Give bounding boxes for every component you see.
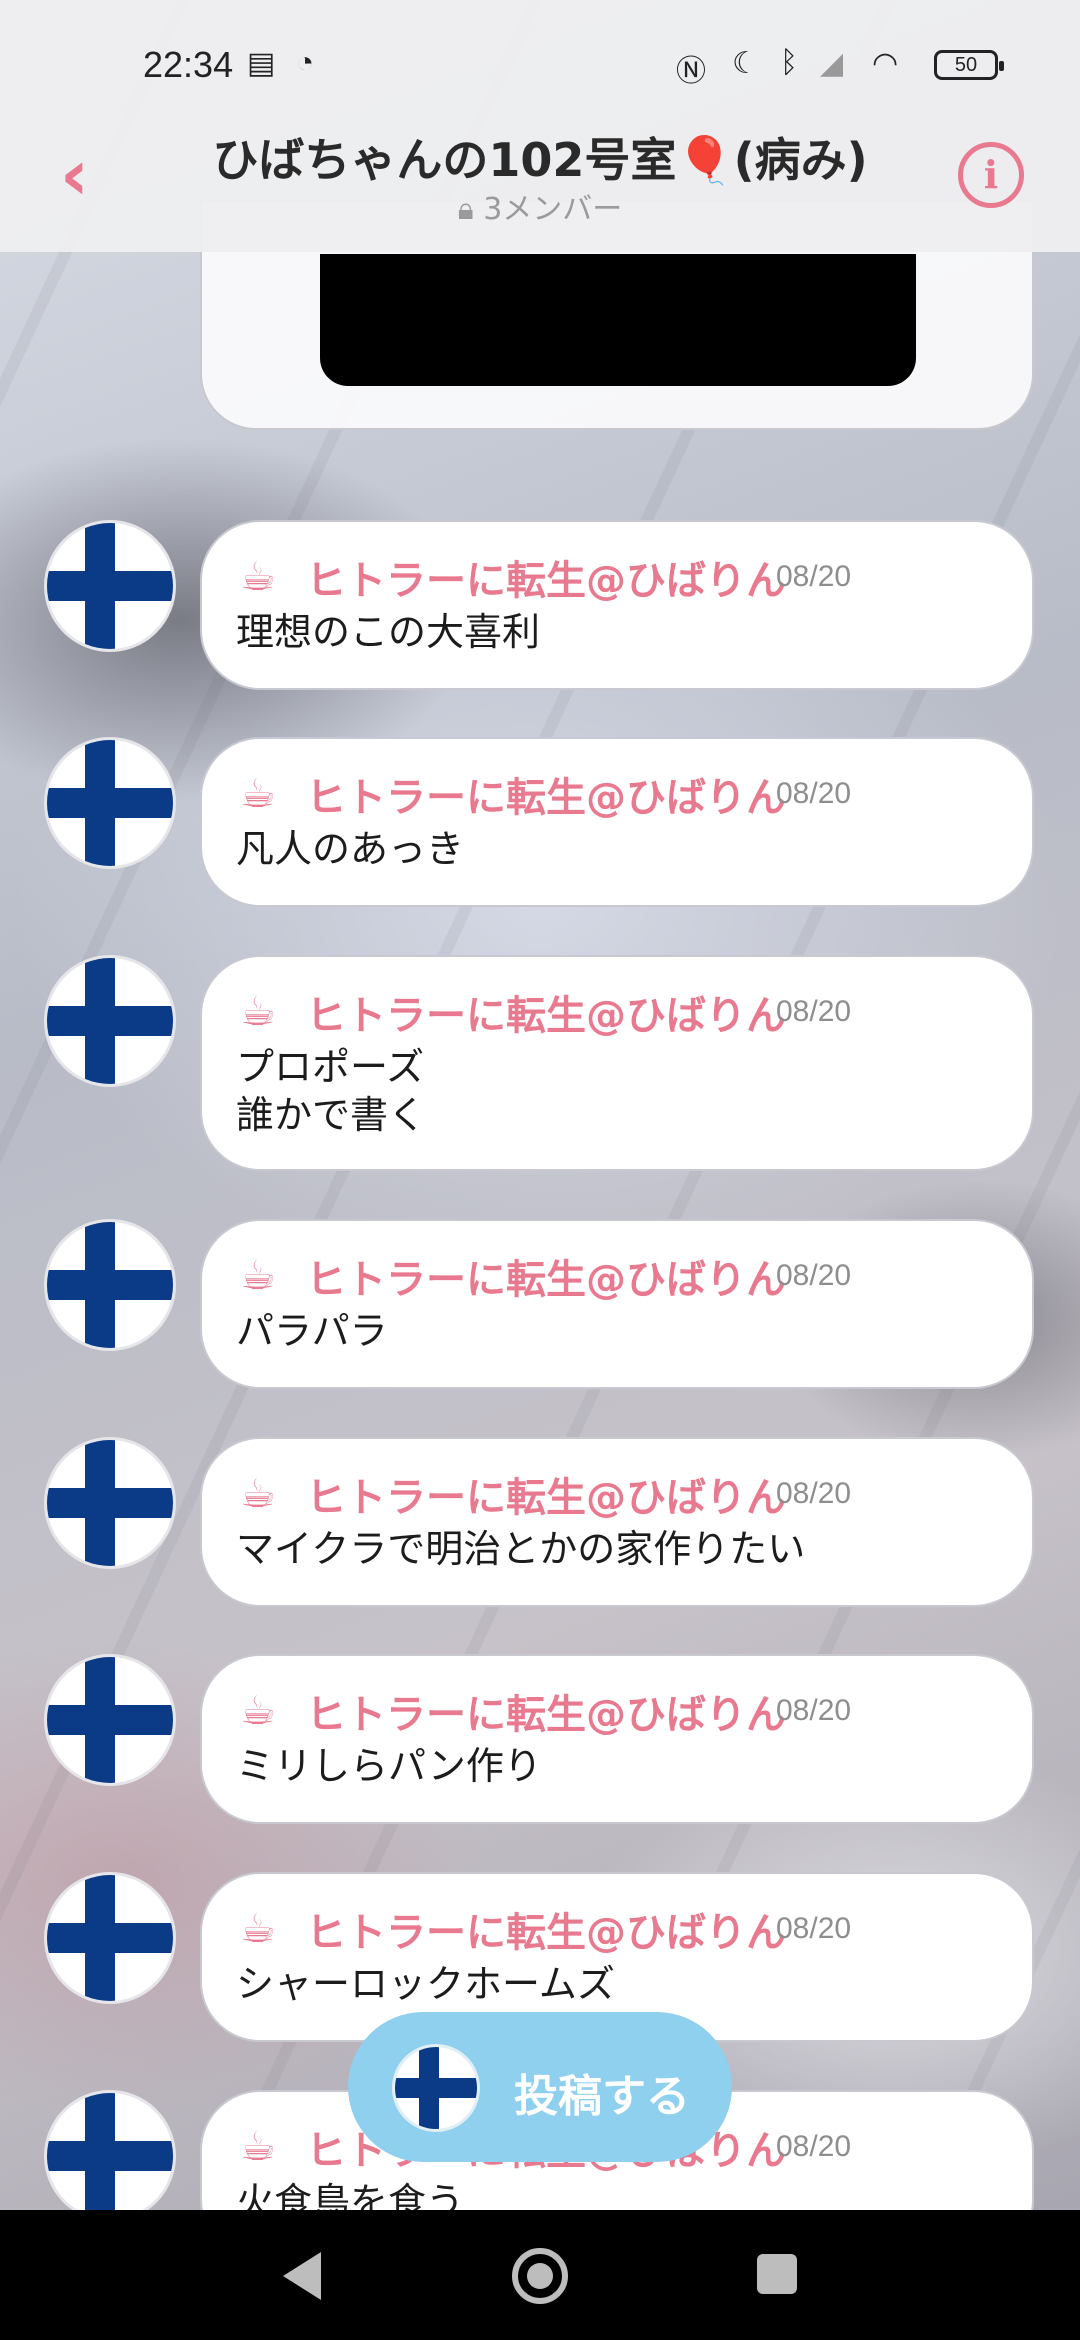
message-date: 08/20	[776, 777, 852, 810]
avatar[interactable]	[44, 520, 176, 652]
do-not-disturb-icon: ☾	[732, 47, 759, 80]
cup-icon: ☕	[240, 1688, 276, 1734]
wifi-icon: ◠	[872, 47, 899, 80]
message-date: 08/20	[776, 995, 852, 1028]
sender-name[interactable]: ヒトラーに転生@ひばりん	[306, 983, 786, 1041]
image-preview[interactable]	[320, 254, 916, 386]
message-bubble[interactable]: ☕ ヒトラーに転生@ひばりん 08/20 理想のこの大喜利	[200, 520, 1034, 690]
cup-icon: ☕	[240, 554, 276, 600]
post-button[interactable]: 投稿する	[348, 2012, 732, 2162]
cup-icon: ☕	[240, 1906, 276, 1952]
nav-recents-icon[interactable]	[757, 2254, 797, 2294]
avatar[interactable]	[44, 737, 176, 869]
message-text: マイクラで明治とかの家作りたい	[236, 1527, 806, 1571]
sender-name[interactable]: ヒトラーに転生@ひばりん	[306, 1247, 786, 1305]
avatar[interactable]	[44, 955, 176, 1087]
nfc-icon: Ⓝ	[676, 55, 706, 88]
avatar[interactable]	[44, 1219, 176, 1351]
room-title: ひばちゃんの102号室🎈(病み)	[212, 133, 868, 187]
status-time: 22:34	[143, 44, 234, 85]
message-text: シャーロックホームズ	[236, 1962, 615, 2006]
message-date: 08/20	[776, 560, 852, 593]
lock-icon: 🔒︎	[457, 192, 484, 227]
chevron-left-icon[interactable]: ‹	[60, 140, 120, 210]
avatar[interactable]	[44, 2090, 176, 2222]
bluetooth-icon: ᛒ	[780, 46, 798, 79]
message-bubble[interactable]: ☕ ヒトラーに転生@ひばりん 08/20 パラパラ	[200, 1219, 1034, 1389]
cup-icon: ☕	[240, 2124, 276, 2170]
calendar-icon: ▤	[247, 47, 276, 80]
post-button-label: 投稿する	[514, 2071, 690, 2122]
message-date: 08/20	[776, 1477, 852, 1510]
message-text: 理想のこの大喜利	[236, 610, 541, 654]
cup-icon: ☕	[240, 1471, 276, 1517]
room-member-count[interactable]: 🔒︎ 3メンバー	[160, 184, 920, 228]
message-date: 08/20	[776, 1694, 852, 1727]
message-date: 08/20	[776, 1259, 852, 1292]
message-bubble[interactable]: ☕ ヒトラーに転生@ひばりん 08/20 プロポーズ 誰かで書く	[200, 955, 1034, 1171]
avatar	[392, 2044, 480, 2132]
message-bubble[interactable]: ☕ ヒトラーに転生@ひばりん 08/20 ミリしらパン作り	[200, 1654, 1034, 1824]
status-bar: 22:34 ▤ ◔ Ⓝ ☾ ᛒ ◢ ◠ 50	[0, 0, 1080, 130]
nav-home-icon[interactable]	[512, 2248, 568, 2304]
message-text: パラパラ	[236, 1309, 388, 1353]
message-text: プロポーズ 誰かで書く	[236, 1045, 427, 1137]
avatar[interactable]	[44, 1872, 176, 2004]
sender-name[interactable]: ヒトラーに転生@ひばりん	[306, 765, 786, 823]
cup-icon: ☕	[240, 1253, 276, 1299]
sender-name[interactable]: ヒトラーに転生@ひばりん	[306, 548, 786, 606]
avatar[interactable]	[44, 1654, 176, 1786]
avatar[interactable]	[44, 1437, 176, 1569]
info-icon[interactable]: i	[958, 142, 1024, 208]
nav-back-icon[interactable]	[283, 2252, 321, 2300]
sender-name[interactable]: ヒトラーに転生@ひばりん	[306, 1465, 786, 1523]
cup-icon: ☕	[240, 771, 276, 817]
member-count-label: 3メンバー	[483, 192, 623, 227]
cup-icon: ☕	[240, 989, 276, 1035]
chat-header: 22:34 ▤ ◔ Ⓝ ☾ ᛒ ◢ ◠ 50 ‹ ひばちゃんの102号室🎈(病み…	[0, 0, 1080, 252]
notification-icon: ◔	[296, 46, 315, 79]
message-date: 08/20	[776, 1912, 852, 1945]
message-text: 凡人のあっき	[236, 827, 465, 871]
battery-icon: 50	[934, 50, 1004, 80]
message-text: ミリしらパン作り	[236, 1744, 542, 1788]
message-date: 08/20	[776, 2130, 852, 2163]
signal-icon: ◢	[820, 47, 844, 80]
sender-name[interactable]: ヒトラーに転生@ひばりん	[306, 1900, 786, 1958]
message-bubble[interactable]: ☕ ヒトラーに転生@ひばりん 08/20 マイクラで明治とかの家作りたい	[200, 1437, 1034, 1607]
sender-name[interactable]: ヒトラーに転生@ひばりん	[306, 1682, 786, 1740]
system-navigation-bar	[0, 2210, 1080, 2340]
message-bubble[interactable]: ☕ ヒトラーに転生@ひばりん 08/20 凡人のあっき	[200, 737, 1034, 907]
